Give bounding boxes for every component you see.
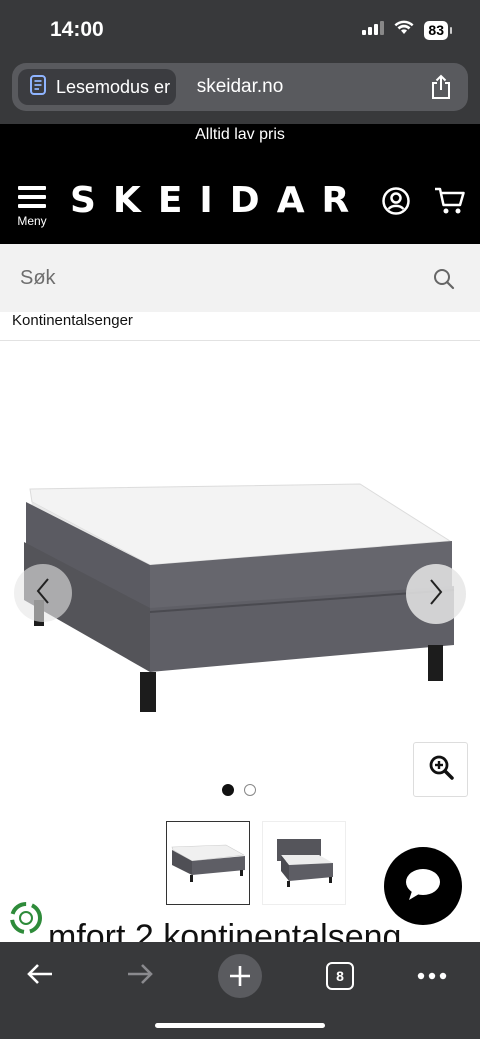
forward-arrow-icon [126, 962, 154, 991]
site-header: Meny SKEIDAR [0, 158, 480, 244]
search-icon[interactable] [432, 267, 456, 296]
more-icon [417, 967, 447, 985]
gallery-pagination [222, 784, 256, 796]
site-logo[interactable]: SKEIDAR [70, 180, 366, 221]
menu-label: Meny [17, 214, 47, 228]
back-arrow-icon [26, 962, 54, 991]
browser-toolbar: 8 [0, 942, 480, 1039]
status-icons: 83 [362, 20, 452, 40]
menu-icon [18, 186, 46, 213]
tabs-button[interactable]: 8 [322, 954, 358, 998]
more-button[interactable] [412, 954, 452, 998]
url-domain: skeidar.no [196, 76, 284, 97]
account-icon[interactable] [381, 186, 411, 221]
search-input[interactable] [0, 244, 480, 312]
gallery-next-button[interactable] [406, 564, 466, 624]
tabs-icon: 8 [326, 962, 354, 990]
chat-button[interactable] [384, 847, 462, 925]
recycle-icon[interactable] [8, 900, 44, 941]
gallery-dot[interactable] [244, 784, 256, 796]
clock: 14:00 [50, 18, 104, 41]
plus-icon [218, 954, 262, 998]
gallery-dot[interactable] [222, 784, 234, 796]
share-icon[interactable] [430, 74, 452, 105]
search-bar [0, 244, 480, 312]
zoom-icon [428, 754, 454, 785]
chevron-left-icon [36, 577, 50, 610]
status-bar: 14:00 83 [0, 0, 480, 58]
cart-icon[interactable] [434, 186, 466, 221]
menu-button[interactable]: Meny [14, 186, 50, 228]
promo-banner: Alltid lav pris [0, 124, 480, 158]
chat-icon [404, 867, 442, 906]
divider [0, 340, 480, 341]
new-tab-button[interactable] [218, 954, 262, 998]
browser-address-area: Lesemodus er skeidar.no [0, 58, 480, 124]
forward-button[interactable] [120, 954, 160, 998]
zoom-button[interactable] [413, 742, 468, 797]
gallery-prev-button[interactable] [14, 564, 72, 622]
thumbnail-1[interactable] [166, 821, 250, 905]
chevron-right-icon [429, 578, 443, 611]
back-button[interactable] [20, 954, 60, 998]
address-bar[interactable]: Lesemodus er skeidar.no [12, 63, 468, 111]
thumbnail-2[interactable] [262, 821, 346, 905]
battery-indicator: 83 [424, 20, 452, 40]
wifi-icon [394, 20, 414, 40]
signal-icon [362, 20, 385, 40]
breadcrumb[interactable]: Kontinentalsenger [12, 312, 133, 329]
home-indicator [155, 1023, 325, 1028]
